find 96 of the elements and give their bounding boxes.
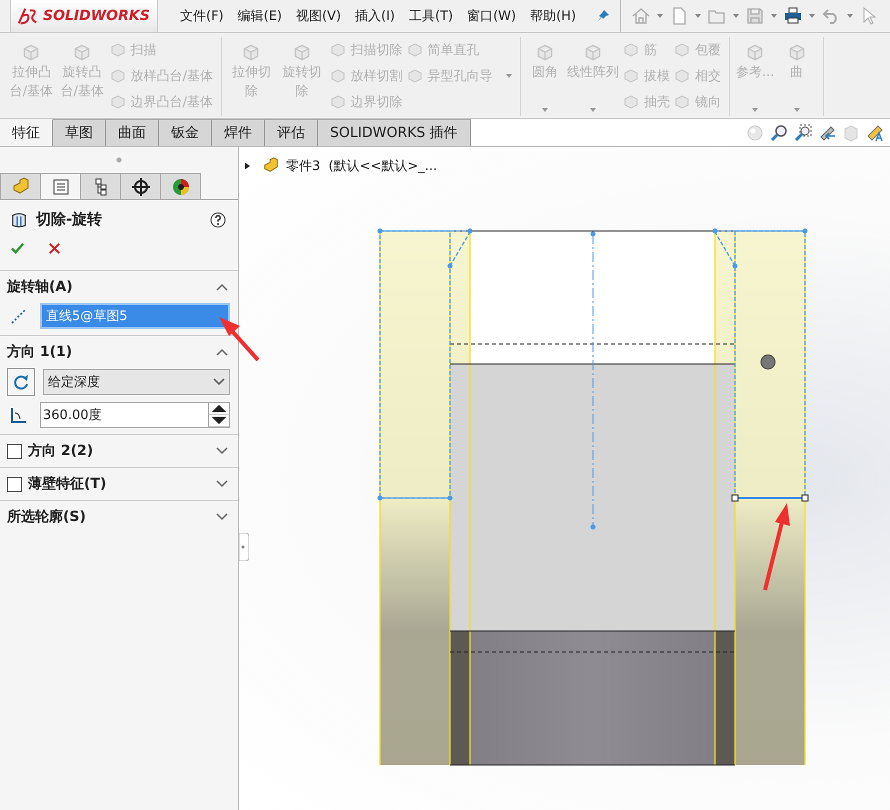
ribbon-button[interactable]: 边界凸台/基体 — [110, 89, 213, 114]
part-icon — [262, 157, 280, 175]
ribbon-button[interactable]: 镜向 — [674, 89, 721, 114]
ribbon-button[interactable]: 旋转切除 — [278, 37, 326, 116]
panel-tab[interactable] — [80, 173, 121, 199]
tab[interactable]: 草图 — [53, 119, 106, 146]
revolve-cut-icon — [10, 210, 28, 228]
point-marker — [760, 354, 776, 370]
caret-icon[interactable] — [733, 14, 740, 18]
section-title[interactable]: 所选轮廓(S) — [7, 508, 86, 526]
menu-item[interactable]: 窗口(W) — [467, 7, 516, 25]
panel-tab[interactable] — [160, 173, 201, 199]
ribbon-button[interactable]: 扫描 — [110, 37, 213, 62]
ribbon-button[interactable]: 包覆 — [674, 37, 721, 62]
ribbon-button[interactable]: 拔模 — [622, 63, 670, 88]
ribbon-button[interactable]: 抽壳 — [622, 89, 670, 114]
angle-icon — [9, 405, 29, 425]
help-icon[interactable] — [210, 212, 226, 228]
ribbon-button[interactable]: 相交 — [674, 63, 721, 88]
menu-item[interactable]: 视图(V) — [296, 7, 342, 25]
pin-icon[interactable] — [596, 9, 610, 23]
part-name[interactable]: 零件3 (默认<<默认>_... — [286, 157, 438, 175]
ribbon-button[interactable]: 放样切割 — [330, 63, 403, 88]
menu-item[interactable]: 插入(I) — [355, 7, 396, 25]
chevron-icon[interactable] — [216, 447, 228, 455]
caret-icon[interactable] — [657, 14, 664, 18]
checkbox[interactable] — [7, 476, 22, 492]
menu-item[interactable]: 编辑(E) — [238, 7, 282, 25]
reverse-button[interactable] — [7, 368, 35, 396]
color-wheel-icon — [170, 176, 190, 196]
ribbon-button[interactable]: 筋 — [622, 37, 670, 62]
annotation-arrow — [219, 317, 260, 362]
zoom-icon[interactable] — [770, 124, 788, 142]
crosshair-icon — [130, 176, 150, 196]
ribbon-button[interactable]: 曲 — [778, 37, 815, 116]
menu-item[interactable]: 工具(T) — [409, 7, 454, 25]
tab[interactable]: 评估 — [265, 119, 318, 146]
section-title[interactable]: 旋转轴(A) — [7, 278, 73, 296]
chevron-icon[interactable] — [216, 513, 228, 521]
spin-down-button[interactable] — [209, 415, 229, 427]
view-icon[interactable] — [866, 124, 884, 142]
chevron-icon — [213, 378, 225, 386]
part-icon — [10, 176, 30, 196]
ribbon-button[interactable]: 放样凸台/基体 — [110, 63, 213, 88]
chevron-icon[interactable] — [216, 480, 228, 488]
caret-icon — [506, 74, 512, 78]
menu-item[interactable]: 文件(F) — [180, 7, 224, 25]
axis-field[interactable]: 直线5@草图5 — [40, 303, 230, 329]
tab[interactable]: 特征 — [0, 119, 53, 146]
logo-icon — [17, 6, 39, 26]
ribbon-button[interactable]: 边界切除 — [330, 89, 403, 114]
end-condition-dropdown[interactable]: 给定深度 — [43, 369, 230, 395]
grip-icon[interactable] — [116, 157, 122, 163]
ribbon-button[interactable]: 扫描切除 — [330, 37, 403, 62]
print-icon[interactable] — [783, 6, 804, 26]
previous-view-icon[interactable] — [818, 124, 836, 142]
ribbon-button[interactable]: 线性阵列 — [566, 37, 619, 116]
selected-line[interactable] — [732, 494, 808, 502]
cancel-icon[interactable] — [47, 241, 62, 256]
panel-collapse-handle[interactable] — [239, 533, 249, 561]
logo-text: SOLIDWORKS — [43, 8, 150, 24]
section-title[interactable]: 方向 1(1) — [7, 343, 72, 361]
chevron-icon[interactable] — [216, 283, 228, 291]
chevron-icon[interactable] — [216, 348, 228, 356]
checkbox[interactable] — [7, 444, 22, 458]
caret-icon — [794, 108, 800, 112]
panel-tab[interactable] — [120, 173, 161, 199]
caret-icon — [590, 108, 596, 112]
centerline[interactable] — [590, 232, 596, 530]
ribbon-button[interactable]: 拉伸凸台/基体 — [8, 37, 55, 116]
caret-icon[interactable] — [695, 14, 702, 18]
section-title[interactable]: 方向 2(2) — [28, 442, 94, 460]
ribbon-button[interactable]: 异型孔向导 — [406, 63, 512, 88]
section-title[interactable]: 薄壁特征(T) — [28, 475, 106, 493]
ribbon-button[interactable]: 简单直孔 — [406, 37, 512, 62]
ribbon-button[interactable]: 参考... — [736, 37, 774, 116]
property-list-icon — [50, 176, 70, 196]
caret-icon[interactable] — [809, 14, 816, 18]
caret-icon[interactable] — [847, 14, 854, 18]
ok-icon[interactable] — [10, 241, 25, 256]
tab[interactable]: 钣金 — [159, 119, 212, 146]
tab[interactable]: 焊件 — [212, 119, 265, 146]
tab[interactable]: 曲面 — [106, 119, 159, 146]
ribbon-button[interactable]: 圆角 — [526, 37, 563, 116]
caret-icon — [752, 108, 758, 112]
ribbon-button[interactable]: 旋转凸台/基体 — [58, 37, 106, 116]
rotate-icon — [11, 372, 31, 392]
ribbon-button[interactable]: 拉伸切除 — [228, 37, 275, 116]
expand-icon[interactable] — [245, 162, 250, 170]
caret-icon[interactable] — [771, 14, 778, 18]
angle-field[interactable]: 360.00度 — [40, 402, 230, 428]
zoom-area-icon[interactable] — [794, 124, 812, 142]
feature-title: 切除-旋转 — [36, 210, 102, 229]
menu-item[interactable]: 帮助(H) — [530, 7, 576, 25]
caret-icon — [542, 108, 548, 112]
tab[interactable]: SOLIDWORKS 插件 — [318, 119, 471, 146]
